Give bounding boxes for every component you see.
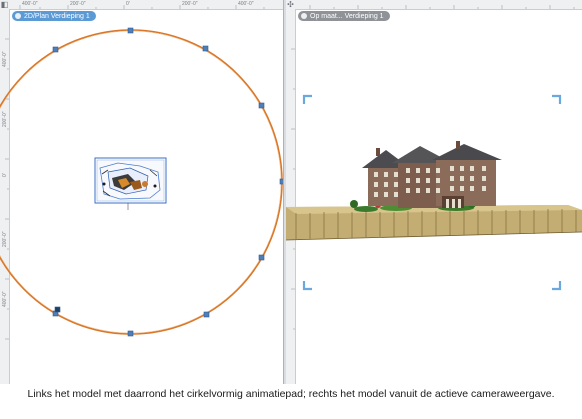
camera-corner-icon bbox=[302, 281, 312, 291]
camera-view-pane[interactable]: ✣ Op maat... Verdieping 1 bbox=[286, 0, 582, 384]
path-control-point[interactable] bbox=[258, 102, 265, 109]
terrain-block bbox=[286, 205, 582, 241]
path-start-point[interactable] bbox=[54, 306, 61, 313]
path-control-point[interactable] bbox=[127, 27, 134, 34]
building-model bbox=[362, 141, 502, 208]
camera-corner-icon bbox=[302, 94, 312, 104]
path-control-point[interactable] bbox=[52, 46, 59, 53]
plan-view-pane[interactable]: 400'-0" 200'-0" 0' 200'-0" 400'-0" 400'-… bbox=[0, 0, 284, 384]
camera-corner-icon bbox=[552, 281, 562, 291]
camera-corner-icon bbox=[552, 94, 562, 104]
camera-render bbox=[286, 94, 582, 291]
path-control-point[interactable] bbox=[202, 45, 209, 52]
animation-path-drawing bbox=[0, 27, 283, 337]
figure-caption: Links het model met daarrond het cirkelv… bbox=[27, 388, 555, 400]
site-plan-model[interactable] bbox=[94, 157, 167, 210]
path-control-point[interactable] bbox=[258, 254, 265, 261]
path-control-point[interactable] bbox=[127, 330, 134, 337]
path-control-point[interactable] bbox=[203, 311, 210, 318]
